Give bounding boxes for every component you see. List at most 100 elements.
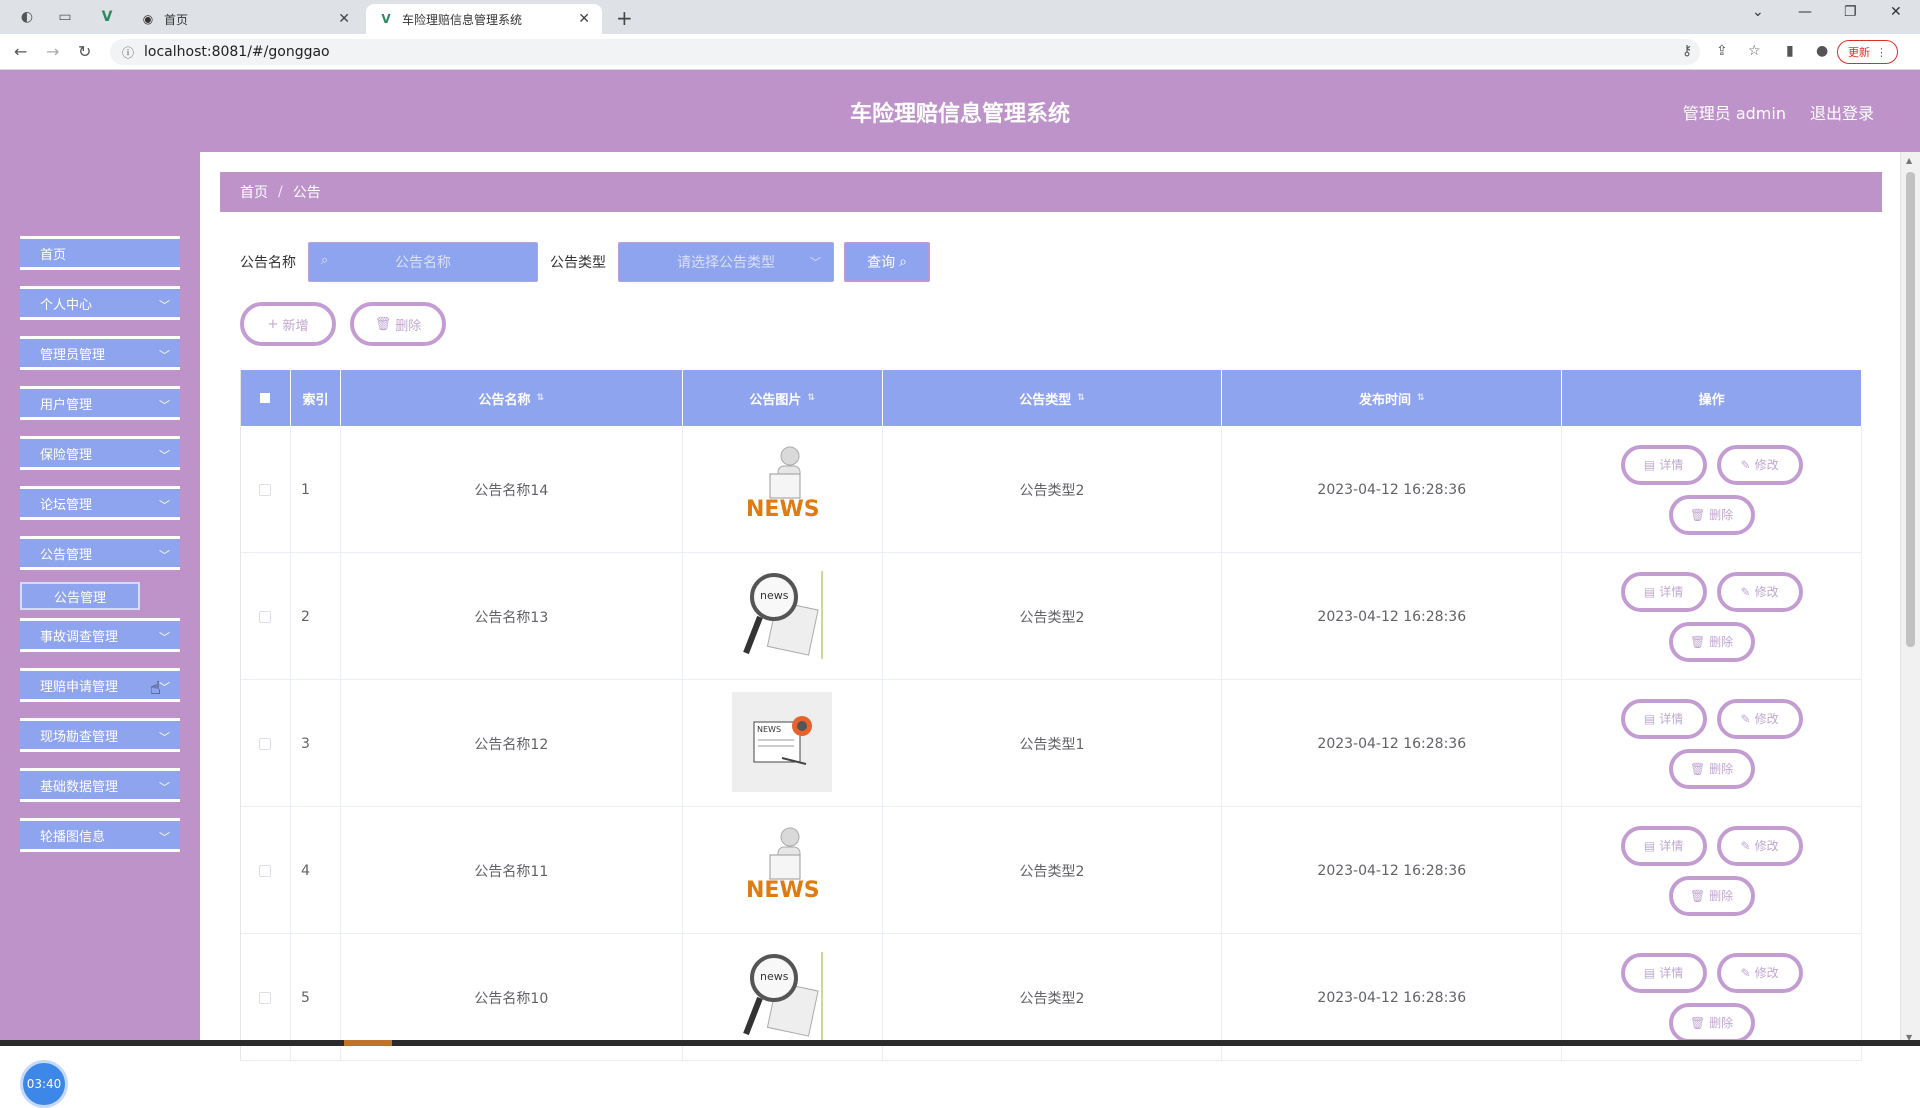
pencil-icon: ✎ bbox=[1741, 585, 1751, 599]
sidebar-item-survey[interactable]: 现场勘查管理﹀ bbox=[20, 718, 180, 752]
delete-button[interactable]: 🗑删除 bbox=[1669, 495, 1755, 535]
sidebar-item-profile[interactable]: 个人中心﹀ bbox=[20, 286, 180, 320]
sort-icon[interactable]: ⇅ bbox=[1417, 393, 1425, 403]
star-icon[interactable]: ☆ bbox=[1748, 43, 1761, 59]
select-all-checkbox[interactable] bbox=[260, 393, 270, 403]
sidebar-item-label: 现场勘查管理 bbox=[40, 726, 118, 745]
sidebar-item-users[interactable]: 用户管理﹀ bbox=[20, 386, 180, 420]
scroll-up-icon[interactable]: ▲ bbox=[1906, 156, 1912, 165]
update-button[interactable]: 更新 ⋮ bbox=[1837, 40, 1898, 64]
query-button[interactable]: 查询 ⌕ bbox=[844, 242, 930, 282]
sidebar-item-notice[interactable]: 公告管理﹀ bbox=[20, 536, 180, 570]
detail-button[interactable]: ▤详情 bbox=[1621, 953, 1707, 993]
vue-tab-icon[interactable]: V bbox=[98, 8, 116, 26]
pencil-icon: ✎ bbox=[1741, 966, 1751, 980]
sidebar-item-home[interactable]: 首页 bbox=[20, 236, 180, 270]
ops-line: ▤详情✎修改 bbox=[1621, 826, 1803, 866]
sidebar-item-insurance[interactable]: 保险管理﹀ bbox=[20, 436, 180, 470]
edit-button[interactable]: ✎修改 bbox=[1717, 826, 1803, 866]
sidebar-subitem-notice[interactable]: 公告管理 bbox=[20, 582, 140, 610]
news-man-image[interactable]: NEWS bbox=[732, 438, 832, 542]
delete-button[interactable]: 🗑删除 bbox=[1669, 1003, 1755, 1043]
sidebar-item-forum[interactable]: 论坛管理﹀ bbox=[20, 486, 180, 520]
scroll-thumb[interactable] bbox=[1906, 172, 1915, 647]
sidebar-item-admin[interactable]: 管理员管理﹀ bbox=[20, 336, 180, 370]
tab-app[interactable]: V 车险理赔信息管理系统 ✕ bbox=[366, 4, 602, 34]
edit-button[interactable]: ✎修改 bbox=[1717, 953, 1803, 993]
clock-badge[interactable]: 03:40 bbox=[20, 1060, 68, 1108]
sidebar-item-carousel[interactable]: 轮播图信息﹀ bbox=[20, 818, 180, 852]
cell-type: 公告类型2 bbox=[883, 807, 1223, 934]
edit-button[interactable]: ✎修改 bbox=[1717, 572, 1803, 612]
reload-icon[interactable]: ↻ bbox=[78, 42, 91, 61]
row-checkbox[interactable] bbox=[259, 992, 271, 1004]
header-image[interactable]: 公告图片⇅ bbox=[683, 370, 883, 426]
header-name-label: 公告名称 bbox=[479, 389, 531, 408]
tab-home[interactable]: ◉ 首页 ✕ bbox=[128, 4, 362, 34]
new-tab-icon[interactable]: + bbox=[616, 6, 633, 30]
sidebar-item-accident[interactable]: 事故调查管理﹀ bbox=[20, 618, 180, 652]
delete-button[interactable]: 🗑删除 bbox=[1669, 876, 1755, 916]
sort-icon[interactable]: ⇅ bbox=[537, 393, 545, 403]
news-man-image[interactable]: NEWS bbox=[732, 819, 832, 923]
profile-icon[interactable]: ● bbox=[1816, 43, 1828, 59]
side-panel-icon[interactable]: ▮ bbox=[1786, 43, 1794, 59]
row-checkbox[interactable] bbox=[259, 611, 271, 623]
sidebar-item-label: 用户管理 bbox=[40, 394, 92, 413]
news-magnifier-image[interactable]: news bbox=[732, 946, 832, 1050]
vue-logo-icon: V bbox=[378, 11, 394, 27]
detail-button[interactable]: ▤详情 bbox=[1621, 826, 1707, 866]
back-icon[interactable]: ← bbox=[14, 42, 27, 61]
cell-index: 3 bbox=[291, 680, 341, 807]
cell-time: 2023-04-12 16:28:36 bbox=[1222, 426, 1562, 553]
restore-icon[interactable]: ❐ bbox=[1844, 4, 1857, 20]
taskbar-strip bbox=[0, 1040, 1920, 1046]
key-icon[interactable]: ⚷ bbox=[1682, 43, 1692, 59]
detail-button[interactable]: ▤详情 bbox=[1621, 699, 1707, 739]
name-search-input[interactable]: ⌕ 公告名称 bbox=[308, 242, 538, 282]
tab-search-icon[interactable]: ⌄ bbox=[1752, 4, 1764, 20]
detail-button[interactable]: ▤详情 bbox=[1621, 445, 1707, 485]
sidebar-item-basedata[interactable]: 基础数据管理﹀ bbox=[20, 768, 180, 802]
add-button[interactable]: + 新增 bbox=[240, 302, 336, 346]
header-time[interactable]: 发布时间⇅ bbox=[1222, 370, 1562, 426]
sort-icon[interactable]: ⇅ bbox=[1077, 393, 1085, 403]
news-paper-image[interactable]: NEWS bbox=[732, 692, 832, 796]
delete-button[interactable]: 🗑删除 bbox=[1669, 622, 1755, 662]
cell-index: 1 bbox=[291, 426, 341, 553]
edit-button[interactable]: ✎修改 bbox=[1717, 699, 1803, 739]
minimize-icon[interactable]: — bbox=[1798, 4, 1812, 20]
browser-menu-icon[interactable]: ◐ bbox=[18, 8, 36, 26]
sidebar-item-label: 个人中心 bbox=[40, 294, 92, 313]
share-icon[interactable]: ⇪ bbox=[1716, 43, 1728, 59]
chevron-down-icon: ﹀ bbox=[159, 447, 170, 463]
sort-icon[interactable]: ⇅ bbox=[807, 393, 815, 403]
header-type[interactable]: 公告类型⇅ bbox=[883, 370, 1223, 426]
close-icon[interactable]: ✕ bbox=[338, 11, 350, 27]
site-info-icon[interactable]: ⓘ bbox=[122, 44, 134, 61]
select-all-cell bbox=[241, 370, 291, 426]
row-checkbox[interactable] bbox=[259, 865, 271, 877]
close-icon[interactable]: ✕ bbox=[578, 11, 590, 27]
breadcrumb-home[interactable]: 首页 bbox=[240, 182, 268, 202]
detail-button[interactable]: ▤详情 bbox=[1621, 572, 1707, 612]
window-close-icon[interactable]: ✕ bbox=[1890, 4, 1902, 20]
row-checkbox[interactable] bbox=[259, 484, 271, 496]
edit-button[interactable]: ✎修改 bbox=[1717, 445, 1803, 485]
batch-delete-button[interactable]: 🗑 删除 bbox=[350, 302, 446, 346]
row-checkbox[interactable] bbox=[259, 738, 271, 750]
forward-icon[interactable]: → bbox=[46, 42, 59, 61]
header-name[interactable]: 公告名称 ⇅ bbox=[341, 370, 683, 426]
name-search-label: 公告名称 bbox=[240, 252, 296, 272]
taskbar-active-app[interactable] bbox=[344, 1040, 392, 1046]
logout-link[interactable]: 退出登录 bbox=[1810, 100, 1874, 124]
delete-button[interactable]: 🗑删除 bbox=[1669, 749, 1755, 789]
breadcrumb-separator: / bbox=[278, 184, 283, 200]
type-select[interactable]: 请选择公告类型 ﹀ bbox=[618, 242, 834, 282]
cell-type: 公告类型2 bbox=[883, 553, 1223, 680]
news-magnifier-image[interactable]: news bbox=[732, 565, 832, 669]
page-scrollbar[interactable]: ▲ ▼ bbox=[1900, 152, 1920, 1046]
url-field[interactable]: ⓘ localhost:8081/#/gonggao bbox=[110, 39, 1700, 65]
cell-ops: ▤详情✎修改 🗑删除 bbox=[1562, 553, 1862, 680]
blank-tab-icon[interactable]: ▭ bbox=[56, 8, 74, 26]
